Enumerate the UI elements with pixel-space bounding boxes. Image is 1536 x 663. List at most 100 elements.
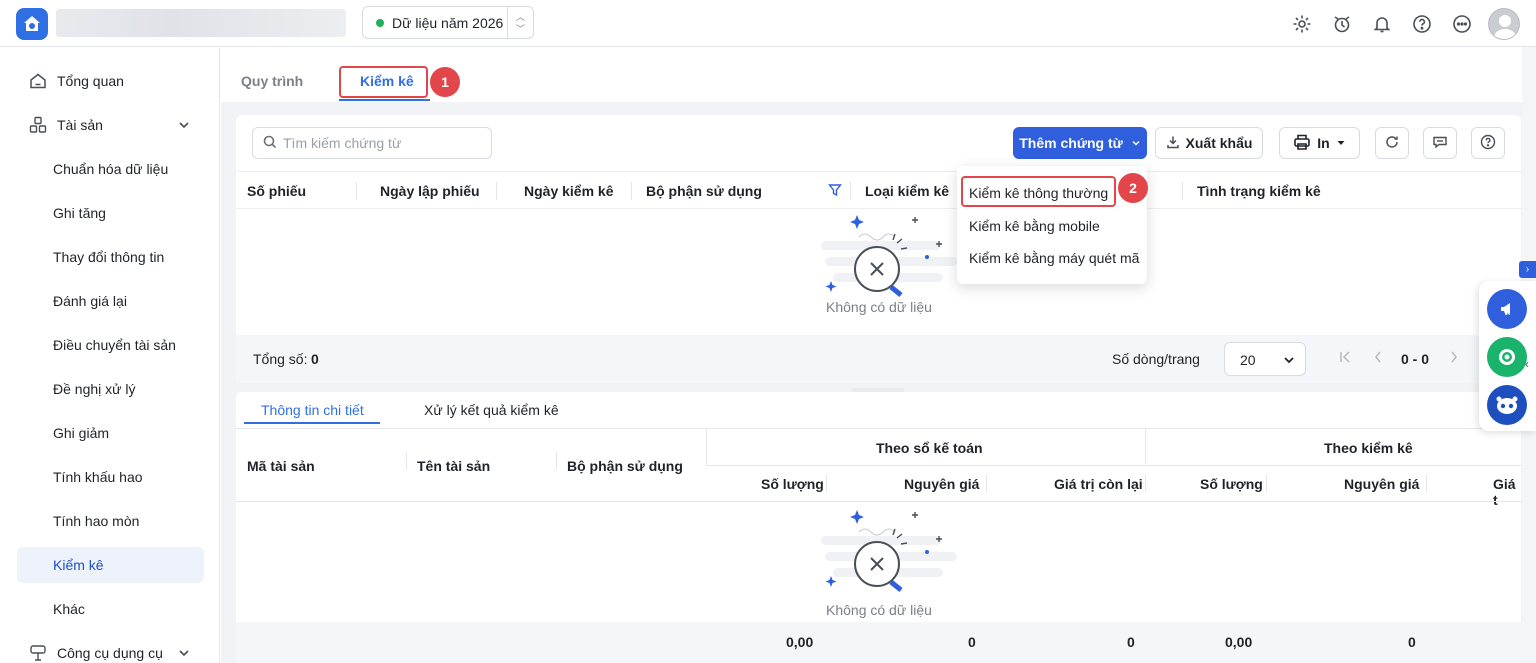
- expand-right-panel-icon[interactable]: ›: [1519, 261, 1536, 278]
- feedback-button[interactable]: [1423, 127, 1457, 159]
- refresh-button[interactable]: [1375, 127, 1409, 159]
- col-asset-code[interactable]: Mã tài sản: [247, 458, 315, 474]
- chevron-down-icon[interactable]: ﹀: [516, 23, 525, 35]
- boxes-icon: [29, 116, 47, 134]
- total-quantity: 0,00: [786, 634, 814, 650]
- rows-per-page-label: Số dòng/trang: [1112, 351, 1200, 367]
- sidebar-item-decrease[interactable]: Ghi giảm: [17, 415, 204, 451]
- sidebar-item-change-info[interactable]: Thay đổi thông tin: [17, 239, 204, 275]
- col-department[interactable]: Bộ phận sử dụng: [567, 458, 683, 474]
- col-group-inventory: Theo kiểm kê: [1324, 440, 1413, 456]
- add-voucher-button[interactable]: Thêm chứng từ: [1013, 127, 1147, 159]
- empty-state-text: Không có dữ liệu: [826, 602, 932, 618]
- print-button[interactable]: In: [1279, 127, 1360, 159]
- refresh-icon: [1384, 134, 1400, 153]
- chevron-up-icon[interactable]: ︿: [516, 11, 525, 23]
- tools-icon: [29, 644, 47, 662]
- sidebar-item-label: Điều chuyển tài sản: [53, 337, 176, 353]
- sidebar-item-overview[interactable]: Tổng quan: [17, 63, 204, 99]
- sidebar-item-other[interactable]: Khác: [17, 591, 204, 627]
- chatbot-icon[interactable]: [1487, 337, 1527, 377]
- subtab-active-underline: [244, 422, 380, 424]
- export-button[interactable]: Xuất khẩu: [1155, 127, 1263, 159]
- prev-page-icon[interactable]: [1373, 350, 1383, 367]
- sidebar-item-wear[interactable]: Tính hao mòn: [17, 503, 204, 539]
- col-remaining-value[interactable]: Giá trị còn lại: [1054, 476, 1143, 492]
- col-quantity[interactable]: Số lượng: [761, 476, 824, 492]
- total-value: 0: [311, 351, 319, 367]
- assistant-robot-icon[interactable]: [1487, 385, 1527, 425]
- sidebar-item-label: Tổng quan: [57, 73, 124, 89]
- rows-per-page-select[interactable]: 20: [1224, 342, 1306, 376]
- sidebar-item-label: Kiểm kê: [53, 557, 104, 573]
- sidebar-item-tools[interactable]: Công cụ dụng cụ: [17, 635, 204, 663]
- total-cost-inventory: 0: [1408, 634, 1416, 650]
- sidebar-item-label: Công cụ dụng cụ: [57, 645, 163, 661]
- sidebar-item-assets[interactable]: Tài sản: [17, 107, 204, 143]
- step-badge-2: 2: [1118, 173, 1148, 203]
- chevron-down-icon: [1131, 135, 1141, 151]
- filter-icon[interactable]: [828, 183, 842, 200]
- col-quantity-inventory[interactable]: Số lượng: [1200, 476, 1263, 492]
- sidebar-item-label: Tính khấu hao: [53, 469, 143, 485]
- tab-detail-info[interactable]: Thông tin chi tiết: [261, 402, 364, 418]
- search-input[interactable]: Tìm kiếm chứng từ: [252, 127, 492, 159]
- col-inventory-status[interactable]: Tình trạng kiểm kê: [1197, 183, 1321, 199]
- next-page-icon[interactable]: [1449, 350, 1459, 367]
- sidebar-item-label: Đề nghị xử lý: [53, 381, 136, 397]
- total-cost: 0: [968, 634, 976, 650]
- voucher-table-header: Số phiếu Ngày lập phiếu Ngày kiểm kê Bộ …: [236, 171, 1521, 209]
- app-logo-icon[interactable]: [16, 8, 48, 40]
- sidebar-item-depreciation[interactable]: Tính khấu hao: [17, 459, 204, 495]
- tab-active-underline: [339, 99, 430, 101]
- sidebar-item-revaluation[interactable]: Đánh giá lại: [17, 283, 204, 319]
- col-created-date[interactable]: Ngày lập phiếu: [380, 183, 480, 199]
- home-icon: [29, 72, 47, 90]
- sidebar-item-disposal-request[interactable]: Đề nghị xử lý: [17, 371, 204, 407]
- col-remaining-inventory[interactable]: Giá t: [1493, 476, 1521, 508]
- sidebar-item-inventory[interactable]: Kiểm kê: [17, 547, 204, 583]
- col-cost-inventory[interactable]: Nguyên giá: [1344, 476, 1419, 492]
- year-selector[interactable]: Dữ liệu năm 2026 ︿ ﹀: [362, 6, 534, 39]
- user-avatar[interactable]: [1488, 8, 1520, 40]
- search-icon: [263, 135, 277, 152]
- bell-icon[interactable]: [1368, 10, 1396, 38]
- menu-item-scanner-inventory[interactable]: Kiểm kê bằng máy quét mã: [969, 250, 1139, 266]
- chevron-down-icon: [178, 118, 190, 134]
- top-bar: Dữ liệu năm 2026 ︿ ﹀: [0, 0, 1536, 47]
- floating-assistant-panel: ‹: [1479, 281, 1536, 431]
- col-inventory-type[interactable]: Loại kiểm kê: [865, 183, 949, 199]
- page-range: 0 - 0: [1401, 351, 1430, 367]
- col-cost[interactable]: Nguyên giá: [904, 476, 979, 492]
- year-spinner[interactable]: ︿ ﹀: [507, 7, 533, 38]
- total-label: Tổng số:: [253, 351, 308, 367]
- settings-gear-icon[interactable]: [1288, 10, 1316, 38]
- menu-item-mobile-inventory[interactable]: Kiểm kê bằng mobile: [969, 218, 1100, 234]
- col-department[interactable]: Bộ phận sử dụng: [646, 183, 762, 199]
- more-options-icon[interactable]: [1448, 10, 1476, 38]
- sidebar-item-label: Tính hao mòn: [53, 513, 140, 529]
- empty-state-icon: [821, 510, 957, 592]
- tab-process-result[interactable]: Xử lý kết quả kiểm kê: [424, 402, 559, 418]
- company-name-blurred: [56, 9, 346, 37]
- help-icon[interactable]: [1408, 10, 1436, 38]
- sidebar-item-label: Chuẩn hóa dữ liệu: [53, 161, 169, 177]
- col-asset-name[interactable]: Tên tài sản: [417, 458, 490, 474]
- printer-icon: [1293, 133, 1311, 154]
- tab-process[interactable]: Quy trình: [241, 73, 303, 89]
- highlight-box-tab: [339, 66, 428, 98]
- sidebar-item-increase[interactable]: Ghi tăng: [17, 195, 204, 231]
- pagination-bar: Tổng số: 0 Số dòng/trang 20 0 - 0: [236, 335, 1521, 383]
- announcement-icon[interactable]: [1487, 289, 1527, 329]
- col-voucher-no[interactable]: Số phiếu: [247, 183, 306, 199]
- alarm-clock-icon[interactable]: [1328, 10, 1356, 38]
- sidebar-item-transfer[interactable]: Điều chuyển tài sản: [17, 327, 204, 363]
- sidebar-item-normalize-data[interactable]: Chuẩn hóa dữ liệu: [17, 151, 204, 187]
- detail-card: Thông tin chi tiết Xử lý kết quả kiểm kê…: [236, 392, 1521, 663]
- collapse-panel-chevron-icon[interactable]: ‹: [1525, 357, 1529, 371]
- col-inventory-date[interactable]: Ngày kiểm kê: [524, 183, 614, 199]
- print-label: In: [1317, 135, 1330, 151]
- sidebar-item-label: Ghi giảm: [53, 425, 110, 441]
- first-page-icon[interactable]: [1339, 350, 1351, 367]
- help-button[interactable]: [1471, 127, 1505, 159]
